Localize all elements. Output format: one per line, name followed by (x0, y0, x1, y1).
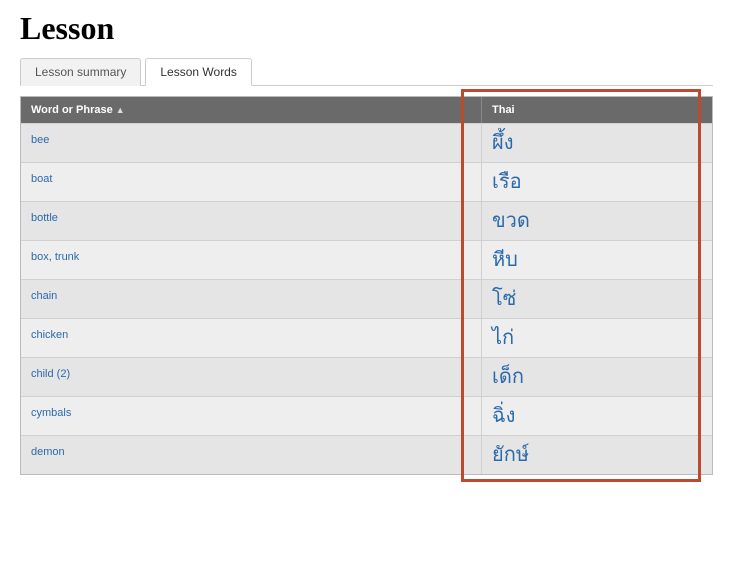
cell-word: cymbals (21, 397, 481, 435)
page-title: Lesson (20, 10, 713, 47)
table-row: cymbals ฉิ่ง (21, 396, 712, 435)
table-row: bottle ขวด (21, 201, 712, 240)
column-header-thai-label: Thai (492, 104, 515, 116)
word-link[interactable]: bottle (31, 212, 58, 224)
word-link[interactable]: chain (31, 290, 57, 302)
word-link[interactable]: demon (31, 446, 65, 458)
word-link[interactable]: child (2) (31, 368, 70, 380)
word-link[interactable]: chicken (31, 329, 68, 341)
column-header-thai[interactable]: Thai (481, 97, 712, 123)
table-row: box, trunk หีบ (21, 240, 712, 279)
word-link[interactable]: boat (31, 173, 52, 185)
cell-thai: ยักษ์ (481, 436, 712, 474)
tab-lesson-words[interactable]: Lesson Words (145, 58, 251, 86)
cell-thai: เรือ (481, 163, 712, 201)
word-link[interactable]: cymbals (31, 407, 71, 419)
column-header-word-label: Word or Phrase (31, 104, 113, 116)
table-row: chicken ไก่ (21, 318, 712, 357)
cell-thai: ผึ้ง (481, 124, 712, 162)
cell-word: box, trunk (21, 241, 481, 279)
table-row: chain โซ่ (21, 279, 712, 318)
word-link[interactable]: bee (31, 134, 49, 146)
table-row: boat เรือ (21, 162, 712, 201)
cell-word: child (2) (21, 358, 481, 396)
cell-word: bee (21, 124, 481, 162)
sort-asc-icon: ▲ (116, 105, 125, 115)
cell-thai: ไก่ (481, 319, 712, 357)
cell-thai: เด็ก (481, 358, 712, 396)
words-table: Word or Phrase ▲ Thai beeผึ้งboatเรือbot… (20, 96, 713, 475)
cell-word: chicken (21, 319, 481, 357)
cell-word: chain (21, 280, 481, 318)
table-row: demon ยักษ์ (21, 435, 712, 474)
cell-word: demon (21, 436, 481, 474)
table-row: child (2) เด็ก (21, 357, 712, 396)
tab-lesson-summary[interactable]: Lesson summary (20, 58, 141, 86)
table-header: Word or Phrase ▲ Thai (21, 97, 712, 123)
tabs: Lesson summary Lesson Words (20, 57, 713, 86)
cell-thai: ขวด (481, 202, 712, 240)
cell-thai: หีบ (481, 241, 712, 279)
cell-word: boat (21, 163, 481, 201)
table-row: bee ผึ้ง (21, 123, 712, 162)
cell-thai: ฉิ่ง (481, 397, 712, 435)
word-link[interactable]: box, trunk (31, 251, 79, 263)
cell-word: bottle (21, 202, 481, 240)
cell-thai: โซ่ (481, 280, 712, 318)
column-header-word[interactable]: Word or Phrase ▲ (21, 97, 481, 123)
